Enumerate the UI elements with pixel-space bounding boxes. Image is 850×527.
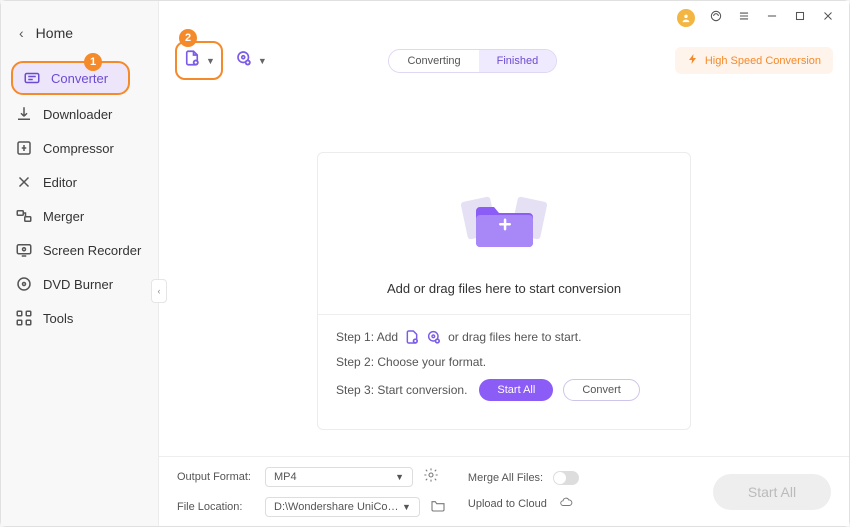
step-badge-1: 1 [84,53,102,71]
output-format-label: Output Format: [177,471,255,483]
sidebar-item-compressor[interactable]: Compressor [1,131,158,165]
converter-icon [23,69,41,87]
start-all-button[interactable]: Start All [479,379,553,401]
high-speed-conversion-promo[interactable]: High Speed Conversion [675,47,833,74]
tab-finished[interactable]: Finished [479,50,557,72]
merge-label: Merge All Files: [468,472,543,484]
step1-pre: Step 1: Add [336,330,398,344]
upload-row[interactable]: Upload to Cloud [468,495,579,512]
sidebar-item-downloader[interactable]: Downloader [1,97,158,131]
tools-icon [15,309,33,327]
steps-list: Step 1: Add or drag files here to start.… [318,314,690,401]
step-3: Step 3: Start conversion. Start All Conv… [336,379,672,401]
step-1: Step 1: Add or drag files here to start. [336,329,672,345]
tab-converting[interactable]: Converting [389,50,478,72]
drop-card[interactable]: Add or drag files here to start conversi… [317,152,691,430]
sidebar-item-editor[interactable]: Editor [1,165,158,199]
segmented-wrap: Converting Finished [283,49,663,73]
merger-icon [15,207,33,225]
bottombar: Output Format: MP4 ▼ File Location: D:\W… [159,456,849,526]
home-row[interactable]: ‹ Home [1,11,158,59]
add-group: 2 ▼ ▼ [175,41,271,80]
step1-post: or drag files here to start. [448,330,581,344]
dvd-burner-label: DVD Burner [43,277,113,292]
home-label: Home [36,25,73,41]
sidebar-item-dvd-burner[interactable]: DVD Burner [1,267,158,301]
screen-recorder-icon [15,241,33,259]
titlebar [159,1,849,35]
file-location-label: File Location: [177,501,255,513]
downloader-label: Downloader [43,107,112,122]
file-location-value: D:\Wondershare UniConverter 1 [274,501,402,513]
main-panel: ‹ 2 ▼ [159,1,849,526]
drop-illustration [318,173,690,273]
sidebar-item-converter[interactable]: 1 Converter [11,61,130,95]
dvd-burner-icon [15,275,33,293]
step-badge-2: 2 [179,29,197,47]
download-icon [15,105,33,123]
menu-icon[interactable] [737,9,751,28]
step2-text: Step 2: Choose your format. [336,355,486,369]
add-disc-icon [426,329,442,345]
promo-label: High Speed Conversion [705,55,821,67]
file-location-row: File Location: D:\Wondershare UniConvert… [177,497,446,517]
maximize-icon[interactable] [793,9,807,28]
drop-title: Add or drag files here to start conversi… [318,273,690,314]
converter-label: Converter [51,71,108,86]
compressor-icon [15,139,33,157]
output-format-select[interactable]: MP4 ▼ [265,467,413,487]
editor-icon [15,173,33,191]
add-file-icon [183,49,201,72]
sidebar: ‹ Home 1 Converter Downloader Compressor… [1,1,159,526]
upload-label: Upload to Cloud [468,498,547,510]
step3-text: Step 3: Start conversion. [336,383,467,397]
merger-label: Merger [43,209,84,224]
back-icon[interactable]: ‹ [19,25,24,41]
content-area: Add or drag files here to start conversi… [159,96,849,456]
cloud-icon [557,495,575,512]
merge-row: Merge All Files: [468,471,579,485]
chevron-down-icon: ▼ [206,56,215,66]
screen-recorder-label: Screen Recorder [43,243,141,258]
output-format-row: Output Format: MP4 ▼ [177,467,446,487]
tools-label: Tools [43,311,73,326]
chevron-down-icon: ▼ [395,472,404,482]
minimize-icon[interactable] [765,9,779,28]
chevron-down-icon: ▼ [258,56,267,66]
support-icon[interactable] [709,9,723,28]
merge-toggle[interactable] [553,471,579,485]
add-files-button[interactable]: ▼ [175,41,223,80]
bolt-icon [687,53,699,68]
chevron-down-icon: ▼ [402,502,411,512]
start-all-main-button[interactable]: Start All [713,474,831,510]
collapse-sidebar-handle[interactable]: ‹ [151,279,167,303]
output-format-value: MP4 [274,471,297,483]
convert-button[interactable]: Convert [563,379,640,401]
compressor-label: Compressor [43,141,114,156]
file-location-select[interactable]: D:\Wondershare UniConverter 1 ▼ [265,497,420,517]
add-file-icon [404,329,420,345]
sidebar-item-tools[interactable]: Tools [1,301,158,335]
avatar[interactable] [677,9,695,27]
close-icon[interactable] [821,9,835,28]
converting-finished-toggle: Converting Finished [388,49,557,73]
step-2: Step 2: Choose your format. [336,355,672,369]
open-folder-icon[interactable] [430,497,446,516]
sidebar-item-merger[interactable]: Merger [1,199,158,233]
add-disc-button[interactable]: ▼ [231,43,271,78]
sidebar-item-screen-recorder[interactable]: Screen Recorder [1,233,158,267]
toolbar: 2 ▼ ▼ Converting Finished [159,35,849,96]
settings-icon[interactable] [423,467,439,486]
add-disc-icon [235,49,253,72]
editor-label: Editor [43,175,77,190]
